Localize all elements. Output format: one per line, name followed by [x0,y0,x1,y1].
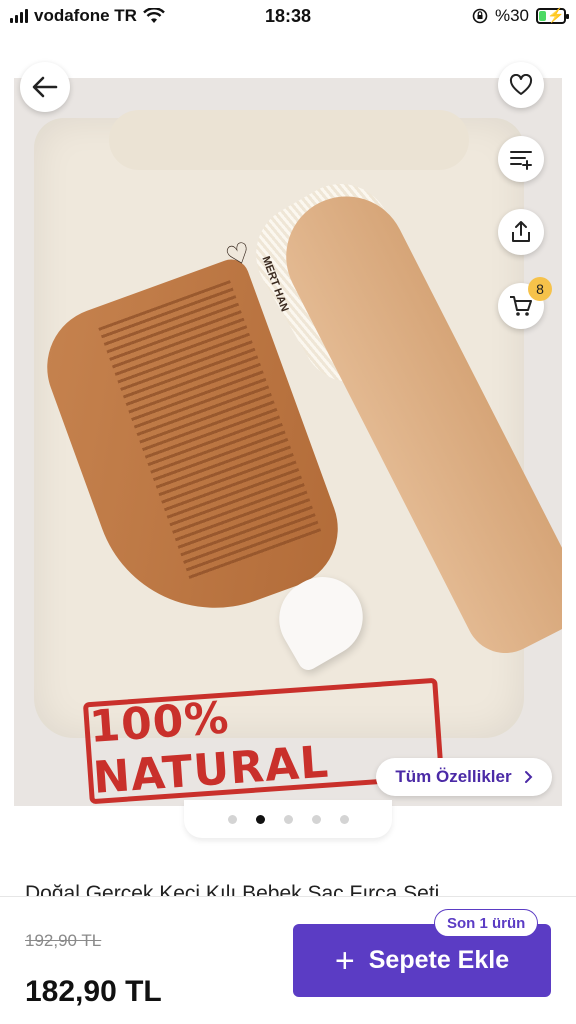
add-to-cart-label: Sepete Ekle [368,946,510,974]
back-arrow-icon [32,76,58,98]
chevron-right-icon [524,771,533,783]
battery-icon: ⚡ [536,7,569,24]
compare-icon [510,151,532,170]
back-button[interactable] [20,62,70,112]
battery-percent: %30 [494,6,529,25]
share-icon [512,221,530,242]
all-features-button[interactable]: Tüm Özellikler [376,758,552,796]
favorite-button[interactable] [498,62,544,108]
carousel-dot[interactable] [339,814,349,824]
heart-icon [509,74,533,95]
carousel-dot[interactable] [227,814,237,824]
old-price: 192,90 TL [25,931,102,950]
carousel-dot[interactable] [255,814,265,824]
plus-icon: + [334,941,355,980]
cart-button[interactable]: 8 [498,277,552,329]
lock-rotation-icon [472,8,488,24]
product-image[interactable]: ♡ MERT HAN 100% NATURAL [14,78,562,806]
all-features-label: Tüm Özellikler [395,767,512,786]
status-bar: vodafone TR 18:38 %30 ⚡ [0,0,576,34]
stock-badge: Son 1 ürün [434,909,539,937]
image-carousel-indicator[interactable] [184,800,392,838]
share-button[interactable] [498,209,544,255]
cart-icon [510,296,532,316]
status-right: %30 ⚡ [472,6,569,26]
purchase-bar: 192,90 TL 182,90 TL + Sepete Ekle Son 1 … [0,896,576,1024]
cart-count-badge: 8 [528,277,552,301]
carousel-dot[interactable] [311,814,321,824]
current-price: 182,90 TL [25,975,162,1008]
carousel-dot[interactable] [283,814,293,824]
add-to-list-button[interactable] [498,136,544,182]
